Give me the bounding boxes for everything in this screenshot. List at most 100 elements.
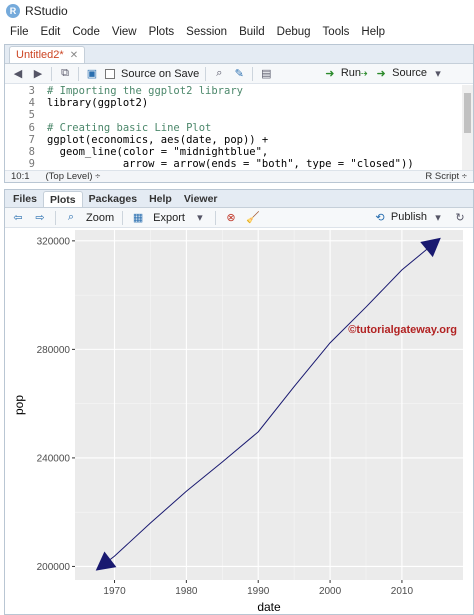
- x-tick-label: 1980: [175, 586, 198, 597]
- menu-help[interactable]: Help: [355, 26, 391, 38]
- code-line: ggplot(economics, aes(date, pop)) +: [47, 133, 269, 146]
- editor-tab-untitled2[interactable]: Untitled2* ✕: [9, 46, 86, 63]
- source-editor-pane: Untitled2* ✕ ◀ ▶ ⧉ ▣ Source on Save ⌕ ✎ …: [4, 44, 474, 183]
- x-tick-label: 1970: [103, 586, 126, 597]
- plots-pane: Files Plots Packages Help Viewer ⇦ ⇨ ⌕ Z…: [4, 189, 474, 615]
- refresh-icon[interactable]: ↻: [453, 211, 467, 225]
- zoom-icon: ⌕: [67, 211, 75, 223]
- previous-plot-icon[interactable]: ⇦: [11, 211, 25, 225]
- rstudio-logo-icon: R: [6, 4, 20, 18]
- source-on-save-label: Source on Save: [121, 67, 200, 80]
- y-tick-label: 280000: [37, 345, 71, 356]
- export-icon: ▦: [132, 212, 144, 224]
- x-tick-label: 2010: [391, 586, 414, 597]
- save-icon[interactable]: ▣: [85, 67, 99, 81]
- editor-tabstrip: Untitled2* ✕: [5, 45, 473, 64]
- scope-selector[interactable]: (Top Level) ÷: [46, 171, 101, 182]
- line-number: 8: [28, 145, 35, 158]
- code-line: library(ggplot2): [47, 97, 149, 110]
- toolbar-divider: [55, 210, 56, 225]
- menu-tools[interactable]: Tools: [317, 26, 356, 38]
- publish-icon: ⟲: [375, 211, 385, 224]
- editor-toolbar: ◀ ▶ ⧉ ▣ Source on Save ⌕ ✎ ▤ ➜ Run ⇢ ➜ S…: [5, 64, 473, 84]
- clear-all-broom-icon[interactable]: 🧹: [246, 211, 260, 225]
- toolbar-divider: [252, 66, 254, 81]
- code-tools-wand-icon[interactable]: ✎: [232, 67, 246, 81]
- y-tick-label: 240000: [37, 453, 71, 464]
- next-plot-icon[interactable]: ⇨: [33, 211, 47, 225]
- plot-panel-background: [75, 230, 463, 580]
- menu-view[interactable]: View: [106, 26, 143, 38]
- y-tick-label: 320000: [37, 236, 71, 247]
- code-line: geom_line(color = "midnightblue",: [47, 145, 269, 158]
- search-icon[interactable]: ⌕: [212, 67, 226, 81]
- source-on-save-checkbox[interactable]: [105, 68, 115, 79]
- chevron-down-icon[interactable]: ▾: [431, 210, 445, 224]
- line-number: 6: [28, 121, 35, 134]
- menu-bar: File Edit Code View Plots Session Build …: [0, 22, 474, 42]
- run-arrow-icon: ➜: [325, 67, 335, 80]
- plot-area: 1970 1980 1990 2000 2010 200000 240000 280000 32…: [5, 228, 473, 614]
- tab-help[interactable]: Help: [143, 191, 178, 207]
- menu-edit[interactable]: Edit: [35, 26, 67, 38]
- forward-arrow-icon[interactable]: ▶: [31, 67, 45, 81]
- x-tick-label: 1990: [247, 586, 270, 597]
- watermark-text: ©tutorialgateway.org: [348, 324, 457, 336]
- editor-scrollbar[interactable]: [462, 85, 473, 172]
- tab-files[interactable]: Files: [7, 191, 43, 207]
- publish-label: Publish: [390, 211, 427, 223]
- x-tick-label: 2000: [319, 586, 342, 597]
- toolbar-divider: [205, 66, 207, 81]
- code-editor[interactable]: 3 4 5 6 7 8 9 # Importing the ggplot2 li…: [5, 85, 463, 172]
- close-icon[interactable]: ✕: [70, 50, 78, 61]
- chevron-down-icon[interactable]: ▾: [193, 211, 207, 225]
- source-label: Source: [392, 67, 427, 79]
- y-tick-label: 200000: [37, 562, 71, 573]
- menu-build[interactable]: Build: [233, 26, 271, 38]
- code-line: # Importing the ggplot2 library: [47, 85, 243, 97]
- publish-button[interactable]: ⟲ Publish ▾: [373, 210, 445, 224]
- menu-file[interactable]: File: [4, 26, 35, 38]
- cursor-position: 10:1: [11, 171, 30, 182]
- line-number: 9: [28, 158, 35, 171]
- scrollbar-thumb[interactable]: [464, 93, 471, 133]
- pane-tabstrip: Files Plots Packages Help Viewer: [5, 190, 473, 208]
- menu-session[interactable]: Session: [180, 26, 233, 38]
- toolbar-divider: [51, 66, 52, 81]
- source-button[interactable]: ⇢ ➜ Source ▾: [356, 66, 445, 80]
- export-button[interactable]: Export: [153, 212, 185, 224]
- y-axis-label: pop: [12, 395, 26, 415]
- menu-code[interactable]: Code: [66, 26, 106, 38]
- window-titlebar: R RStudio: [0, 0, 474, 22]
- menu-plots[interactable]: Plots: [143, 26, 181, 38]
- editor-statusbar: 10:1 (Top Level) ÷ R Script ÷: [5, 170, 473, 182]
- show-in-window-icon[interactable]: ⧉: [58, 67, 72, 81]
- toolbar-divider: [214, 210, 216, 225]
- toolbar-divider: [122, 210, 124, 225]
- tab-packages[interactable]: Packages: [83, 191, 143, 207]
- file-type-selector[interactable]: R Script ÷: [425, 171, 467, 182]
- line-number: 4: [28, 97, 35, 110]
- source-arrow-icon: ➜: [376, 67, 386, 80]
- code-line: arrow = arrow(ends = "both", type = "clo…: [47, 158, 414, 171]
- rerun-icon[interactable]: ⇢: [356, 66, 370, 80]
- toolbar-divider: [78, 66, 79, 81]
- code-line: # Creating basic Line Plot: [47, 121, 212, 134]
- line-chart: 1970 1980 1990 2000 2010 200000 240000 280000 32…: [12, 230, 463, 614]
- compile-report-icon[interactable]: ▤: [259, 67, 273, 81]
- chevron-down-icon[interactable]: ▾: [431, 66, 445, 80]
- plots-toolbar: ⇦ ⇨ ⌕ Zoom ▦ Export ▾ ⊗ 🧹 ⟲ Publish ▾ ↻: [5, 208, 473, 228]
- x-axis-label: date: [257, 600, 281, 614]
- code-lines: # Importing the ggplot2 library library(…: [47, 85, 463, 170]
- line-number: 3: [28, 85, 35, 97]
- tab-plots[interactable]: Plots: [42, 191, 83, 207]
- zoom-button[interactable]: Zoom: [86, 212, 114, 224]
- line-number: 5: [28, 109, 35, 122]
- line-number: 7: [28, 133, 35, 146]
- menu-debug[interactable]: Debug: [271, 26, 317, 38]
- line-number-gutter: 3 4 5 6 7 8 9: [5, 85, 41, 172]
- remove-plot-icon[interactable]: ⊗: [224, 211, 238, 225]
- back-arrow-icon[interactable]: ◀: [11, 67, 25, 81]
- tab-viewer[interactable]: Viewer: [178, 191, 224, 207]
